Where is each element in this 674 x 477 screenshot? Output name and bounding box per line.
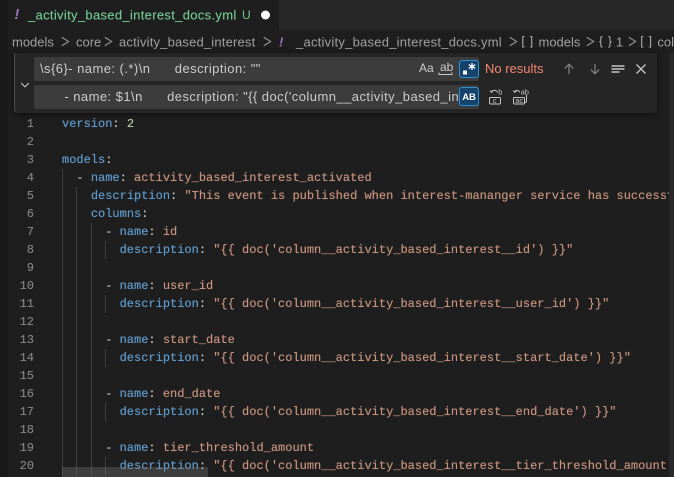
- svg-text:ab: ab: [440, 60, 454, 74]
- svg-text:c: c: [493, 96, 497, 105]
- svg-text:AB: AB: [462, 92, 476, 103]
- svg-text:b: b: [498, 88, 502, 97]
- svg-text:ac: ac: [515, 96, 523, 105]
